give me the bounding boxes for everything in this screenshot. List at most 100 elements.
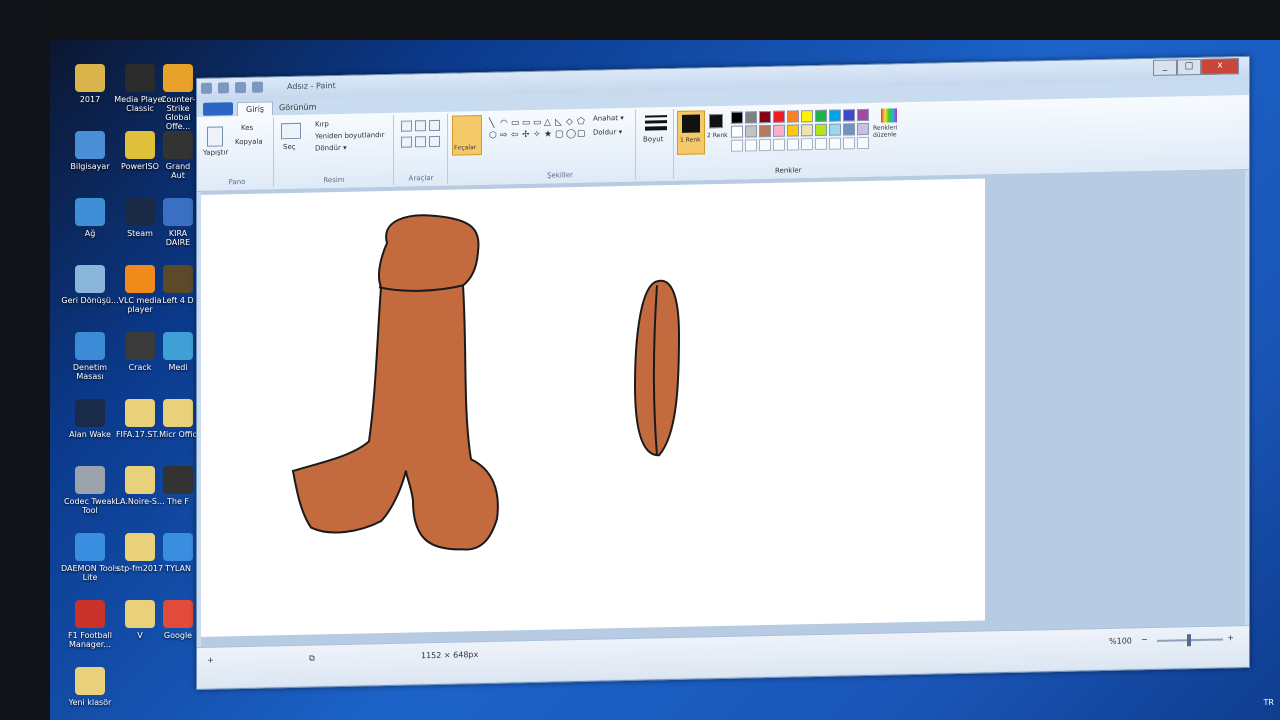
language-indicator[interactable]: TR <box>1264 698 1274 707</box>
eraser-icon[interactable] <box>401 136 412 148</box>
palette-swatch[interactable] <box>731 111 743 124</box>
copy-button[interactable]: Kopyala <box>235 138 263 147</box>
file-menu-button[interactable] <box>203 102 233 116</box>
pencil-icon[interactable] <box>401 120 412 132</box>
shape-tool-icon[interactable]: ▢ <box>577 129 586 139</box>
paint-app-icon[interactable] <box>201 82 212 94</box>
palette-swatch[interactable] <box>801 110 813 123</box>
palette-empty-swatch[interactable] <box>731 139 743 152</box>
palette-swatch[interactable] <box>745 111 757 124</box>
palette-swatch[interactable] <box>843 109 855 122</box>
desktop-icon[interactable]: Counter-Strike Global Offe... <box>158 64 198 131</box>
palette-swatch[interactable] <box>773 110 785 123</box>
shape-tool-icon[interactable]: ▢ <box>555 129 564 139</box>
desktop-icon[interactable]: Google <box>158 600 198 640</box>
palette-swatch[interactable] <box>829 123 841 136</box>
shape-tool-icon[interactable]: ★ <box>544 130 552 140</box>
shape-tool-icon[interactable]: ◯ <box>566 129 576 139</box>
brushes-button[interactable]: Fırçalar <box>452 115 482 156</box>
maximize-button[interactable]: □ <box>1177 58 1201 76</box>
drawing-canvas[interactable] <box>201 178 985 637</box>
palette-swatch[interactable] <box>731 125 743 138</box>
magnifier-icon[interactable] <box>429 135 440 148</box>
desktop-icon[interactable]: Micr Offic <box>158 399 198 439</box>
shape-tool-icon[interactable]: ✢ <box>522 130 530 140</box>
size-line-1[interactable] <box>645 115 667 118</box>
outline-button[interactable]: Anahat ▾ <box>593 114 624 123</box>
desktop-icon[interactable]: TYLAN <box>158 533 198 573</box>
text-icon[interactable] <box>429 119 440 132</box>
zoom-out-button[interactable]: − <box>1141 635 1148 644</box>
paste-button[interactable]: Yapıştır <box>203 148 228 157</box>
palette-swatch[interactable] <box>857 108 869 122</box>
desktop-icon[interactable]: Yeni klasör <box>58 667 122 707</box>
fill-button[interactable]: Doldur ▾ <box>593 128 622 137</box>
shape-tool-icon[interactable]: ⬡ <box>489 131 497 141</box>
color2-swatch[interactable] <box>709 113 723 129</box>
crop-button[interactable]: Kırp <box>315 120 329 128</box>
rotate-button[interactable]: Döndür ▾ <box>315 144 347 153</box>
palette-swatch[interactable] <box>787 124 799 137</box>
zoom-in-button[interactable]: + <box>1227 633 1234 642</box>
palette-empty-swatch[interactable] <box>773 138 785 151</box>
resize-button[interactable]: Yeniden boyutlandır <box>315 131 384 140</box>
shape-tool-icon[interactable]: ⬠ <box>577 117 585 127</box>
palette-swatch[interactable] <box>759 124 771 138</box>
edit-colors-icon[interactable] <box>881 108 897 123</box>
palette-empty-swatch[interactable] <box>857 136 869 150</box>
palette-swatch[interactable] <box>843 123 855 136</box>
shape-tool-icon[interactable]: ◇ <box>566 117 573 127</box>
size-button[interactable]: Boyut <box>643 135 663 143</box>
palette-empty-swatch[interactable] <box>787 138 799 151</box>
tab-gorunum[interactable]: Görünüm <box>271 100 324 114</box>
select-icon[interactable] <box>281 122 301 140</box>
color2-label[interactable]: 2 Renk <box>707 132 728 139</box>
palette-empty-swatch[interactable] <box>815 137 827 151</box>
desktop-icon[interactable]: The F <box>158 466 198 506</box>
color1-button[interactable]: 1 Renk <box>677 110 705 155</box>
shape-tool-icon[interactable]: ✧ <box>533 130 541 140</box>
zoom-slider-thumb[interactable] <box>1187 634 1191 647</box>
color-picker-icon[interactable] <box>415 136 426 148</box>
tab-giris[interactable]: Giriş <box>237 101 274 117</box>
shape-tool-icon[interactable]: ◠ <box>500 118 508 128</box>
desktop-icon[interactable]: Grand Aut <box>158 131 198 180</box>
shape-tool-icon[interactable]: ▭ <box>511 118 520 128</box>
edit-colors-button[interactable]: Renkleri düzenle <box>873 124 909 139</box>
palette-swatch[interactable] <box>801 124 813 137</box>
desktop-icon[interactable]: Left 4 D <box>158 265 198 305</box>
desktop-icon[interactable]: KIRA DAIRE <box>158 198 198 247</box>
shape-tool-icon[interactable]: ⇦ <box>511 130 519 140</box>
palette-empty-swatch[interactable] <box>829 137 841 150</box>
save-icon[interactable] <box>218 82 229 94</box>
paste-icon[interactable] <box>207 126 223 147</box>
minimize-button[interactable]: _ <box>1153 59 1177 76</box>
add-icon[interactable]: + <box>207 656 214 665</box>
palette-swatch[interactable] <box>787 110 799 123</box>
size-line-2[interactable] <box>645 120 667 124</box>
cut-button[interactable]: Kes <box>241 124 253 132</box>
palette-swatch[interactable] <box>759 110 771 124</box>
close-button[interactable]: x <box>1201 58 1239 75</box>
palette-empty-swatch[interactable] <box>745 139 757 152</box>
palette-swatch[interactable] <box>829 109 841 122</box>
palette-empty-swatch[interactable] <box>843 137 855 150</box>
select-button[interactable]: Seç <box>283 143 296 151</box>
redo-icon[interactable] <box>252 81 263 93</box>
palette-swatch[interactable] <box>815 109 827 123</box>
fill-bucket-icon[interactable] <box>415 120 426 132</box>
shape-tool-icon[interactable]: ▭ <box>533 118 542 128</box>
palette-empty-swatch[interactable] <box>759 138 771 152</box>
size-line-3[interactable] <box>645 126 667 131</box>
shape-tool-icon[interactable]: ▭ <box>522 118 531 128</box>
shape-tool-icon[interactable]: ◺ <box>555 117 562 127</box>
shape-tool-icon[interactable]: △ <box>544 118 551 128</box>
undo-icon[interactable] <box>235 81 246 94</box>
shape-tool-icon[interactable]: ⇨ <box>500 130 508 140</box>
palette-swatch[interactable] <box>815 123 827 137</box>
palette-swatch[interactable] <box>773 124 785 137</box>
shape-tool-icon[interactable]: ╲ <box>489 119 494 129</box>
palette-empty-swatch[interactable] <box>801 138 813 151</box>
palette-swatch[interactable] <box>745 125 757 138</box>
desktop-icon[interactable]: Medi <box>158 332 198 372</box>
